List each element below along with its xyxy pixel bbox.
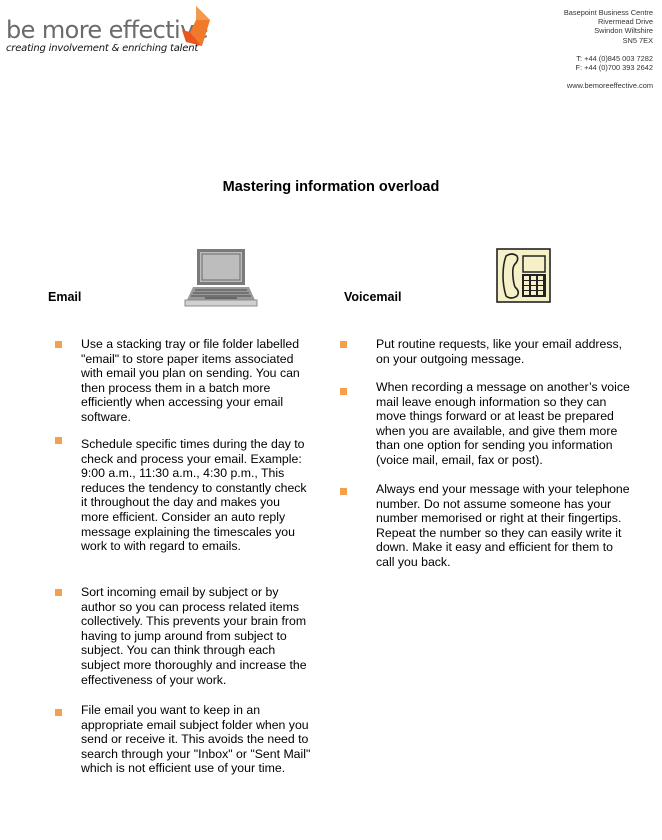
- bullet-icon: [55, 709, 62, 716]
- bullet-icon: [55, 341, 62, 348]
- section-heading-email: Email: [48, 290, 82, 304]
- address-line: Basepoint Business Centre: [563, 8, 653, 17]
- list-item: When recording a message on another’s vo…: [340, 380, 630, 482]
- address-line: Rivermead Drive: [597, 17, 653, 27]
- list-item: Always end your message with your teleph…: [340, 482, 630, 570]
- list-item-text: Put routine requests, like your email ad…: [376, 337, 623, 366]
- list-item-text: When recording a message on another’s vo…: [376, 380, 630, 467]
- list-item: File email you want to keep in an approp…: [55, 703, 311, 776]
- bullet-icon: [340, 388, 347, 395]
- bullet-icon: [55, 437, 62, 444]
- list-item: Use a stacking tray or file folder label…: [55, 337, 311, 437]
- company-logo: be more effective creating involvement &…: [6, 6, 216, 56]
- list-item-text: Sort incoming email by subject or by aut…: [81, 585, 307, 687]
- fax-number: F: +44 (0)700 393 2642: [575, 63, 653, 73]
- address-line: SN5 7EX: [622, 35, 653, 45]
- list-item: Sort incoming email by subject or by aut…: [55, 585, 311, 703]
- logo-arrow-icon: [182, 6, 210, 46]
- bullet-icon: [340, 488, 347, 495]
- section-heading-voicemail: Voicemail: [344, 290, 402, 304]
- list-item: Put routine requests, like your email ad…: [340, 337, 630, 380]
- phone-number: T: +44 (0)845 003 7282: [576, 53, 653, 63]
- logo-tagline: creating involvement & enriching talent: [6, 43, 199, 54]
- list-item: Schedule specific times during the day t…: [55, 437, 311, 585]
- logo-name: be more effective: [6, 16, 209, 44]
- bullet-icon: [55, 589, 62, 596]
- company-address: Basepoint Business Centre Rivermead Driv…: [564, 8, 653, 90]
- telephone-icon: [496, 248, 551, 303]
- page-title: Mastering information overload: [222, 179, 440, 195]
- list-item-text: Schedule specific times during the day t…: [81, 437, 307, 554]
- address-line: Swindon Wiltshire: [594, 26, 653, 36]
- email-tips-list: Use a stacking tray or file folder label…: [55, 337, 311, 776]
- website-link[interactable]: www.bemoreeffective.com: [564, 81, 653, 90]
- voicemail-tips-list: Put routine requests, like your email ad…: [340, 337, 630, 570]
- list-item-text: Always end your message with your teleph…: [376, 482, 630, 569]
- list-item-text: Use a stacking tray or file folder label…: [81, 337, 300, 424]
- laptop-icon: [184, 249, 258, 307]
- list-item-text: File email you want to keep in an approp…: [81, 703, 311, 776]
- bullet-icon: [340, 341, 347, 348]
